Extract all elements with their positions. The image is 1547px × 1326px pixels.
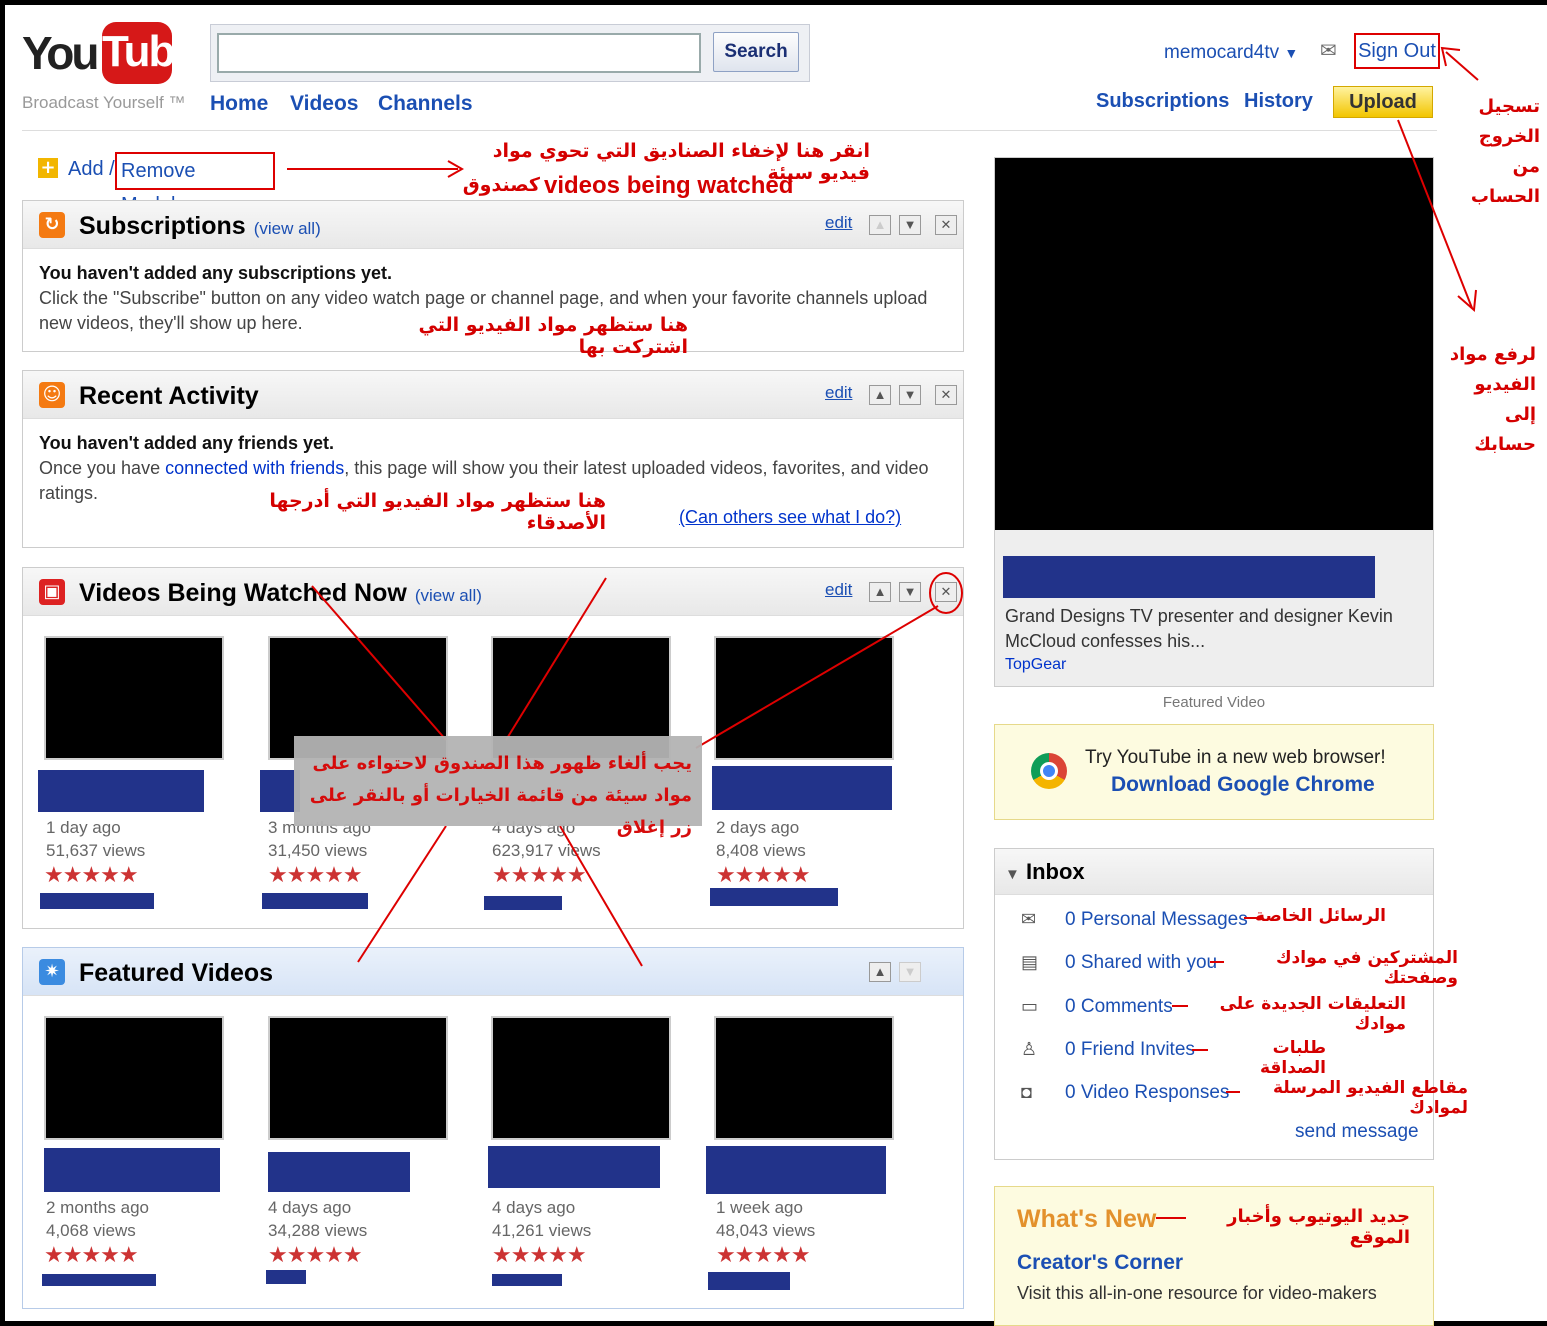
annotation-arrows bbox=[287, 46, 1479, 1219]
annotation-callout-box: يجب ألغاء ظهور هذا الصندوق لاحتواءه على … bbox=[294, 736, 702, 838]
annotation-cancel: يجب ألغاء ظهور هذا الصندوق لاحتواءه على … bbox=[309, 753, 692, 838]
